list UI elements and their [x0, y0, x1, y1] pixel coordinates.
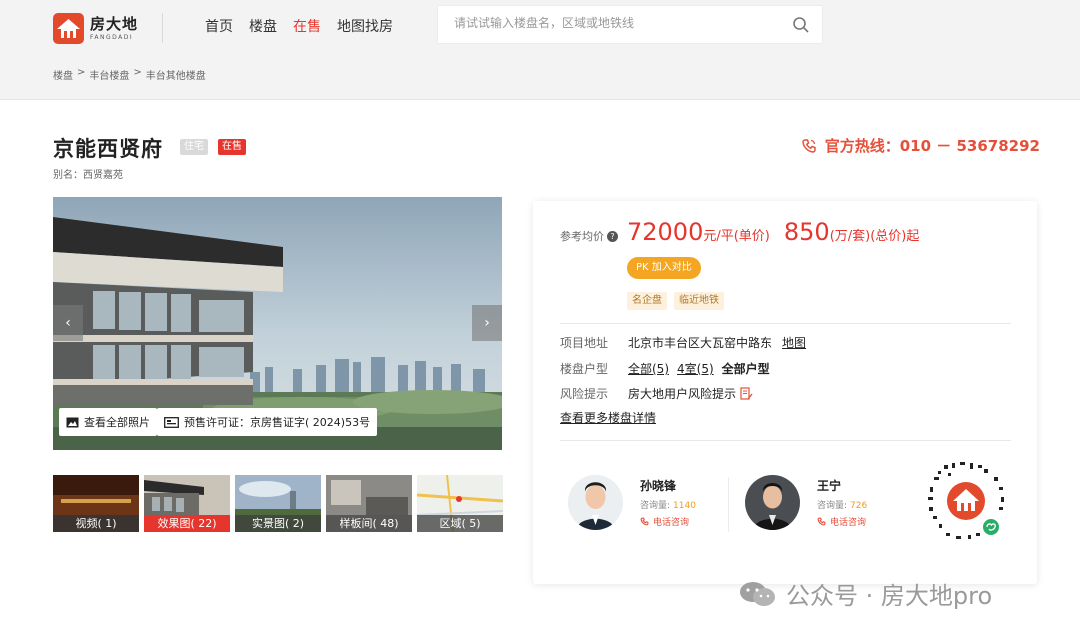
all-layouts-link[interactable]: 全部户型	[722, 360, 770, 377]
document-warning-icon	[740, 387, 753, 400]
address-row: 北京市丰台区大瓦窑中路东 地图	[628, 334, 814, 351]
thumb-video[interactable]: 视频( 1)	[53, 475, 139, 532]
more-details-link[interactable]: 查看更多楼盘详情	[560, 409, 656, 426]
agent-card[interactable]: 王宁 咨询量: 726 电话咨询	[745, 475, 867, 530]
divider	[560, 323, 1011, 324]
add-to-compare-button[interactable]: PK 加入对比	[627, 257, 701, 279]
main-photo[interactable]: ‹ › 查看全部照片 预售许可证：京房售证字( 2024)53号	[53, 197, 502, 450]
agent-name: 王宁	[817, 479, 842, 493]
total-price: 850	[783, 218, 830, 246]
wechat-icon	[740, 581, 775, 606]
thumb-real-photos[interactable]: 实景图( 2)	[235, 475, 321, 532]
breadcrumb-projects[interactable]: 楼盘	[53, 67, 73, 82]
watermark-text: 公众号 · 房大地pro	[786, 582, 993, 610]
search-icon[interactable]	[792, 16, 810, 34]
header-band: 房大地 FANGDADI 首页 楼盘 在售 地图找房 楼盘 > 丰台楼盘 > 丰…	[0, 0, 1080, 100]
prev-photo-arrow[interactable]: ‹	[53, 305, 83, 341]
agent-card[interactable]: 孙晓锋 咨询量: 1140 电话咨询	[568, 475, 696, 530]
thumb-renderings-label: 效果图( 22)	[144, 515, 230, 532]
main-nav: 首页 楼盘 在售 地图找房	[205, 16, 409, 36]
agent-consultation-count: 咨询量: 1140	[640, 501, 696, 511]
layout-all-count[interactable]: 全部(5)	[628, 360, 669, 377]
layout-label: 楼盘户型	[560, 362, 609, 376]
mini-program-qr-code[interactable]	[924, 459, 1008, 543]
presale-permit[interactable]: 预售许可证：京房售证字( 2024)53号	[157, 408, 378, 436]
breadcrumb-fengtai-other[interactable]: 丰台其他楼盘	[146, 67, 206, 82]
sale-status-badge: 在售	[218, 139, 246, 155]
layout-row: 全部(5) 4室(5) 全部户型	[628, 360, 770, 377]
agent-avatar	[745, 475, 800, 530]
reference-price-text: 参考均价	[560, 230, 604, 243]
project-info-card: 参考均价 ? 72000 元/平(单价) 850 (万/套)(总价)起 PK 加…	[533, 201, 1037, 584]
feature-tag-near-subway: 临近地铁	[674, 292, 724, 310]
license-icon	[164, 416, 179, 428]
map-link[interactable]: 地图	[782, 334, 806, 351]
site-logo[interactable]: 房大地 FANGDADI	[53, 13, 138, 44]
next-photo-arrow[interactable]: ›	[472, 305, 502, 341]
header-divider	[162, 13, 163, 43]
layout-4room[interactable]: 4室(5)	[677, 360, 714, 377]
risk-row[interactable]: 房大地用户风险提示	[628, 385, 753, 402]
phone-icon	[640, 517, 649, 526]
risk-text: 房大地用户风险提示	[628, 387, 737, 401]
nav-projects[interactable]: 楼盘	[249, 16, 277, 36]
phone-icon	[801, 138, 816, 153]
nav-home[interactable]: 首页	[205, 16, 233, 36]
view-all-photos-button[interactable]: 查看全部照片	[59, 408, 157, 436]
search-box	[437, 5, 823, 44]
thumb-area-map-label: 区域( 5)	[417, 515, 503, 532]
thumb-real-photos-label: 实景图( 2)	[235, 515, 321, 532]
address-value: 北京市丰台区大瓦窑中路东	[628, 336, 773, 350]
risk-label: 风险提示	[560, 387, 609, 401]
nav-map-search[interactable]: 地图找房	[337, 16, 393, 36]
thumb-model-rooms[interactable]: 样板间( 48)	[326, 475, 412, 532]
breadcrumb-sep: >	[77, 67, 86, 78]
agent-name: 孙晓锋	[640, 479, 677, 493]
phone-consult-button[interactable]: 电话咨询	[640, 515, 696, 528]
help-icon[interactable]: ?	[607, 230, 618, 242]
thumb-video-label: 视频( 1)	[53, 515, 139, 532]
image-icon	[66, 417, 79, 427]
agent-divider	[728, 477, 729, 532]
presale-permit-text: 预售许可证：京房售证字( 2024)53号	[184, 416, 371, 429]
nav-on-sale[interactable]: 在售	[293, 16, 321, 36]
project-title: 京能西贤府	[53, 137, 163, 161]
search-input[interactable]	[454, 16, 774, 30]
official-hotline[interactable]: 官方热线：010 － 53678292	[801, 135, 1040, 156]
address-label: 项目地址	[560, 336, 609, 350]
logo-house-icon	[53, 13, 84, 44]
price-display: 72000 元/平(单价) 850 (万/套)(总价)起	[627, 218, 933, 246]
feature-tag-brand-developer: 名企盘	[627, 292, 667, 310]
agent-avatar	[568, 475, 623, 530]
divider	[560, 440, 1011, 441]
total-price-suffix: (万/套)(总价)起	[829, 229, 920, 244]
logo-name: 房大地	[90, 14, 139, 33]
breadcrumb-sep: >	[133, 67, 142, 78]
breadcrumb-fengtai[interactable]: 丰台楼盘	[89, 67, 129, 82]
wechat-watermark: 公众号 · 房大地pro	[738, 576, 992, 611]
view-all-photos-label: 查看全部照片	[84, 416, 150, 429]
agent-consultation-count: 咨询量: 726	[817, 501, 868, 511]
hotline-text: 官方热线：010 － 53678292	[824, 137, 1040, 155]
reference-price-label: 参考均价 ?	[560, 228, 618, 244]
property-type-badge: 住宅	[180, 139, 208, 155]
unit-price-suffix: 元/平(单价)	[703, 229, 770, 244]
thumb-area-map[interactable]: 区域( 5)	[417, 475, 503, 532]
unit-price: 72000	[627, 218, 704, 246]
thumb-model-rooms-label: 样板间( 48)	[326, 515, 412, 532]
photo-thumbnails: 视频( 1) 效果图( 22) 实景图( 2) 样板间( 48) 区域(5)	[53, 475, 503, 532]
breadcrumb: 楼盘 > 丰台楼盘 > 丰台其他楼盘	[53, 67, 210, 82]
thumb-renderings[interactable]: 效果图( 22)	[144, 475, 230, 532]
phone-icon	[817, 517, 826, 526]
logo-english: FANGDADI	[90, 33, 134, 41]
phone-consult-button[interactable]: 电话咨询	[817, 515, 867, 528]
project-alias: 别名：西贤嘉苑	[53, 170, 123, 181]
